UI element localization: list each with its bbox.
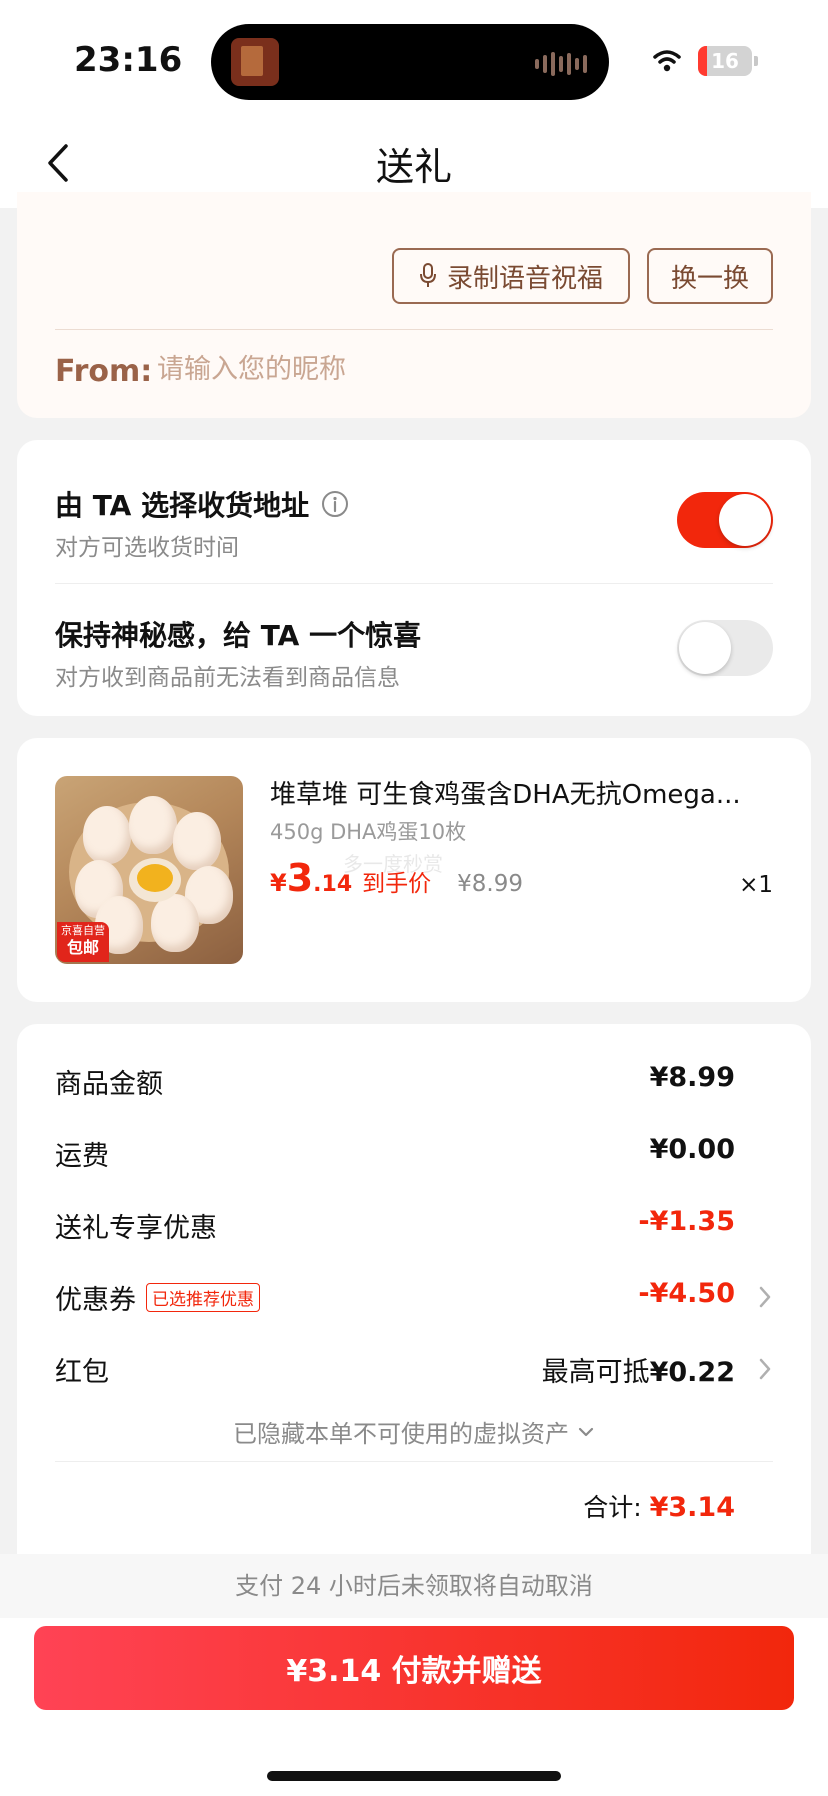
from-label: From: xyxy=(55,354,153,389)
coupon-label: 优惠券 xyxy=(55,1285,136,1316)
toggle-knob xyxy=(719,494,771,546)
total-value: ¥3.14 xyxy=(649,1492,735,1523)
self-operated-badge: 京喜自营 包邮 xyxy=(57,922,109,962)
price-tag: 到手价 xyxy=(362,871,432,897)
divider xyxy=(55,329,773,330)
summary-label: 运费 xyxy=(55,1141,109,1172)
battery-icon: 16 xyxy=(698,46,752,76)
summary-label: 送礼专享优惠 xyxy=(55,1213,217,1244)
summary-value: ¥0.00 xyxy=(649,1134,735,1165)
summary-row-red-packet[interactable]: 红包 最高可抵¥0.22 xyxy=(55,1350,773,1390)
option-surprise-subtitle: 对方收到商品前无法看到商品信息 xyxy=(55,665,400,691)
audio-wave-icon xyxy=(535,52,587,76)
option-recipient-address-label: 由 TA 选择收货地址 xyxy=(55,489,310,522)
surprise-toggle[interactable] xyxy=(677,620,773,676)
battery-cap xyxy=(754,56,758,66)
status-time: 23:16 xyxy=(74,40,183,80)
nickname-input[interactable] xyxy=(157,354,637,385)
greeting-card: 录制语音祝福 换一换 From: xyxy=(17,192,811,418)
order-total: 合计: ¥3.14 xyxy=(583,1488,735,1524)
divider xyxy=(55,583,773,584)
home-indicator[interactable] xyxy=(267,1771,561,1781)
price-decimal: .14 xyxy=(313,872,353,897)
chevron-right-icon xyxy=(759,1358,771,1380)
chevron-right-icon xyxy=(759,1286,771,1308)
record-voice-button[interactable]: 录制语音祝福 xyxy=(392,248,630,304)
red-packet-prefix: 最高可抵 xyxy=(541,1357,650,1388)
egg-shape xyxy=(151,894,199,952)
microphone-icon xyxy=(419,263,436,287)
yolk-shape xyxy=(137,864,173,892)
summary-value: 最高可抵¥0.22 xyxy=(542,1350,735,1389)
total-label: 合计: xyxy=(583,1493,642,1522)
badge-top-text: 京喜自营 xyxy=(61,924,105,937)
record-voice-label: 录制语音祝福 xyxy=(446,262,603,293)
summary-row-coupon[interactable]: 优惠券 已选推荐优惠 -¥4.50 xyxy=(55,1278,773,1318)
hidden-assets-label: 已隐藏本单不可使用的虚拟资产 xyxy=(233,1420,569,1448)
product-spec: 450g DHA鸡蛋10枚 xyxy=(270,820,467,844)
coupon-recommended-tag: 已选推荐优惠 xyxy=(146,1283,260,1312)
hidden-assets-toggle[interactable]: 已隐藏本单不可使用的虚拟资产 xyxy=(17,1414,811,1449)
summary-label: 红包 xyxy=(55,1357,109,1388)
option-recipient-address-title: 由 TA 选择收货地址 xyxy=(55,484,349,524)
price-currency: ¥ xyxy=(270,869,287,897)
battery-percent: 16 xyxy=(711,49,739,73)
recipient-address-toggle[interactable] xyxy=(677,492,773,548)
summary-row-gift-discount: 送礼专享优惠 -¥1.35 xyxy=(55,1206,773,1246)
option-recipient-address-subtitle: 对方可选收货时间 xyxy=(55,535,239,561)
summary-row-goods-amount: 商品金额 ¥8.99 xyxy=(55,1062,773,1102)
info-icon[interactable] xyxy=(321,490,349,518)
original-price: ¥8.99 xyxy=(457,871,523,897)
summary-value: ¥8.99 xyxy=(649,1062,735,1093)
egg-shape xyxy=(129,796,177,854)
summary-label: 商品金额 xyxy=(55,1069,163,1100)
chevron-down-icon xyxy=(578,1427,594,1436)
egg-shape xyxy=(83,806,131,864)
auto-cancel-notice: 支付 24 小时后未领取将自动取消 xyxy=(0,1554,828,1618)
status-bar: 23:16 16 xyxy=(0,0,828,118)
summary-value: -¥4.50 xyxy=(638,1278,735,1309)
product-name[interactable]: 堆草堆 可生食鸡蛋含DHA无抗Omega... xyxy=(270,774,780,811)
summary-row-shipping: 运费 ¥0.00 xyxy=(55,1134,773,1174)
page-title: 送礼 xyxy=(375,145,452,189)
option-surprise-title: 保持神秘感，给 TA 一个惊喜 xyxy=(55,619,422,652)
wifi-icon xyxy=(653,50,681,72)
price-integer: 3 xyxy=(286,856,314,900)
divider xyxy=(55,1461,773,1462)
toggle-knob xyxy=(679,622,731,674)
red-packet-amount: ¥0.22 xyxy=(649,1357,735,1388)
summary-value: -¥1.35 xyxy=(638,1206,735,1237)
pay-and-gift-button[interactable]: ¥3.14 付款并赠送 xyxy=(34,1626,794,1710)
now-playing-artwork xyxy=(231,38,279,86)
badge-bottom-text: 包邮 xyxy=(66,938,99,957)
product-card: 京喜自营 包邮 堆草堆 可生食鸡蛋含DHA无抗Omega... 450g DHA… xyxy=(17,738,811,1002)
price-row: ¥ 3 .14 到手价 ¥8.99 xyxy=(270,856,523,900)
quantity: ×1 xyxy=(739,872,773,898)
swap-button[interactable]: 换一换 xyxy=(647,248,773,304)
order-summary-card: 商品金额 ¥8.99 运费 ¥0.00 送礼专享优惠 -¥1.35 优惠券 已选… xyxy=(17,1024,811,1554)
product-image[interactable]: 京喜自营 包邮 xyxy=(55,776,243,964)
gift-options-card: 由 TA 选择收货地址 对方可选收货时间 保持神秘感，给 TA 一个惊喜 对方收… xyxy=(17,440,811,716)
bottom-bar: 支付 24 小时后未领取将自动取消 ¥3.14 付款并赠送 xyxy=(0,1554,828,1796)
egg-shape xyxy=(173,812,221,870)
dynamic-island xyxy=(211,24,609,100)
summary-label: 优惠券 已选推荐优惠 xyxy=(55,1278,260,1317)
swap-label: 换一换 xyxy=(670,262,749,293)
